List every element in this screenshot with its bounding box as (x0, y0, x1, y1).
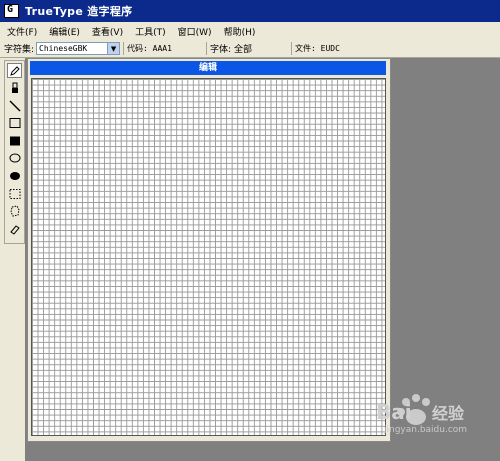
editor-title[interactable]: 编辑 (30, 61, 386, 75)
editor-window: 编辑 (27, 58, 391, 442)
filled-rectangle-icon[interactable] (7, 133, 22, 148)
font-value: 字体: 全部 (210, 45, 252, 55)
menu-bar: 文件(F) 编辑(E) 查看(V) 工具(T) 窗口(W) 帮助(H) (0, 22, 500, 41)
code-field: 代码: AAA1 (123, 42, 203, 55)
menu-window[interactable]: 窗口(W) (173, 25, 217, 38)
pencil-icon[interactable] (7, 63, 22, 78)
line-icon[interactable] (7, 98, 22, 113)
rectangular-select-icon[interactable] (7, 186, 22, 201)
filled-ellipse-icon[interactable] (7, 169, 22, 184)
file-field: 文件: EUDC (291, 42, 391, 55)
menu-file[interactable]: 文件(F) (2, 25, 42, 38)
eraser-icon[interactable] (7, 221, 22, 236)
brush-icon[interactable] (7, 81, 22, 96)
svg-text:经验: 经验 (432, 404, 465, 423)
drawing-toolbox (4, 60, 25, 244)
charset-value: ChineseGBK (39, 44, 88, 53)
file-value: 文件: EUDC (295, 44, 340, 53)
menu-edit[interactable]: 编辑(E) (44, 25, 85, 38)
chevron-down-icon[interactable]: ▼ (107, 43, 120, 54)
glyph-edit-grid[interactable] (31, 78, 386, 436)
baidu-watermark-logo: Bai 经验 (376, 394, 465, 425)
info-toolbar: 字符集: ChineseGBK ▼ 代码: AAA1 字体: 全部 文件: EU… (0, 40, 500, 58)
font-field: 字体: 全部 (206, 42, 288, 55)
menu-tools[interactable]: 工具(T) (130, 25, 171, 38)
menu-help[interactable]: 帮助(H) (219, 25, 261, 38)
charset-select[interactable]: ChineseGBK ▼ (36, 42, 121, 55)
window-title: TrueType 造字程序 (25, 5, 133, 18)
watermark-url: jingyan.baidu.com (384, 425, 468, 435)
code-value: 代码: AAA1 (127, 44, 172, 53)
app-icon[interactable] (4, 4, 19, 18)
charset-label: 字符集: (4, 45, 35, 55)
window-titlebar[interactable]: TrueType 造字程序 (0, 0, 500, 22)
hollow-ellipse-icon[interactable] (7, 151, 22, 166)
freeform-select-icon[interactable] (7, 204, 22, 219)
svg-text:Bai: Bai (376, 400, 412, 424)
hollow-rectangle-icon[interactable] (7, 116, 22, 131)
menu-view[interactable]: 查看(V) (87, 25, 128, 38)
